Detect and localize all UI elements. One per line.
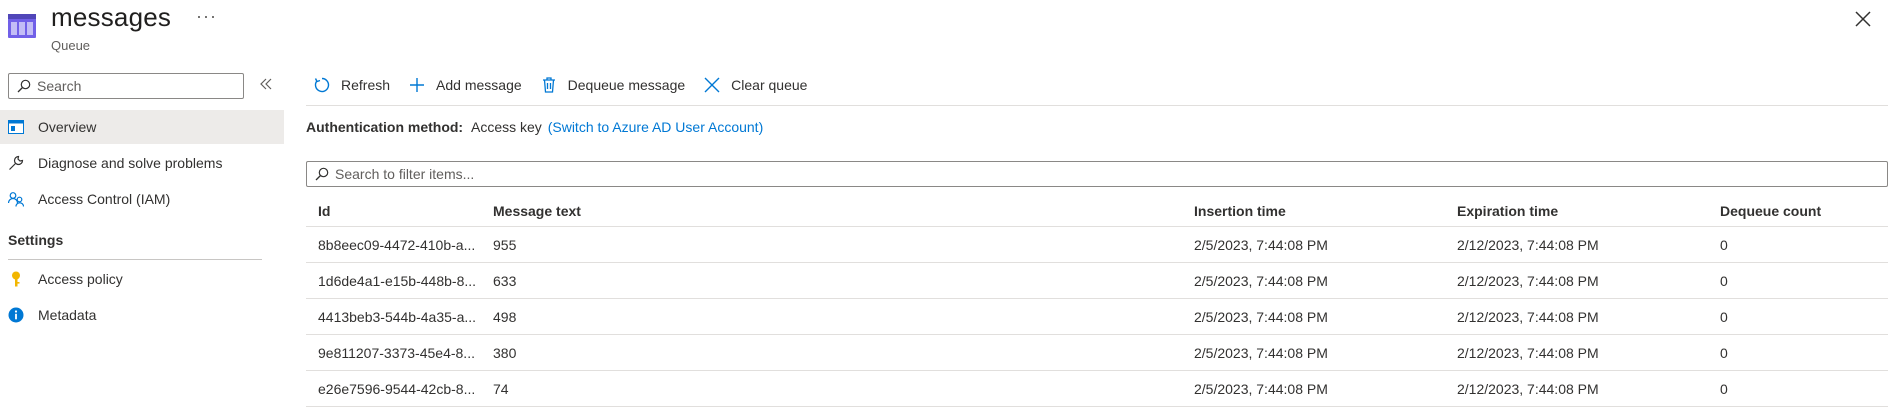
search-icon — [17, 79, 31, 93]
cell-insertion-time: 2/5/2023, 7:44:08 PM — [1194, 236, 1328, 253]
cell-message-text: 74 — [493, 380, 509, 397]
toolbar-divider — [306, 105, 1888, 106]
filter-input[interactable] — [335, 166, 1835, 182]
close-icon[interactable] — [1854, 10, 1872, 28]
sidebar-item-access-control[interactable]: Access Control (IAM) — [0, 182, 284, 216]
table-row[interactable]: 8b8eec09-4472-410b-a... 955 2/5/2023, 7:… — [306, 227, 1888, 263]
clear-queue-button[interactable]: Clear queue — [703, 76, 807, 94]
column-header-dequeue-count[interactable]: Dequeue count — [1720, 196, 1821, 226]
cell-expiration-time: 2/12/2023, 7:44:08 PM — [1457, 308, 1599, 325]
auth-value: Access key — [471, 119, 542, 135]
cell-id: 1d6de4a1-e15b-448b-8... — [318, 272, 477, 289]
sidebar-item-label: Access policy — [38, 271, 123, 287]
dequeue-message-label: Dequeue message — [567, 77, 686, 93]
cell-expiration-time: 2/12/2023, 7:44:08 PM — [1457, 236, 1599, 253]
refresh-button[interactable]: Refresh — [313, 76, 390, 94]
cell-dequeue-count: 0 — [1720, 308, 1728, 325]
table-row[interactable]: 4413beb3-544b-4a35-a... 498 2/5/2023, 7:… — [306, 299, 1888, 335]
people-icon — [8, 191, 24, 207]
cell-expiration-time: 2/12/2023, 7:44:08 PM — [1457, 272, 1599, 289]
sidebar-item-overview[interactable]: Overview — [0, 110, 284, 144]
refresh-icon — [314, 77, 330, 93]
sidebar-item-label: Access Control (IAM) — [38, 191, 171, 207]
column-header-expiration-time[interactable]: Expiration time — [1457, 196, 1558, 226]
sidebar-divider — [8, 259, 262, 260]
cell-insertion-time: 2/5/2023, 7:44:08 PM — [1194, 344, 1328, 361]
table-row[interactable]: 1d6de4a1-e15b-448b-8... 633 2/5/2023, 7:… — [306, 263, 1888, 299]
queue-icon — [8, 14, 36, 38]
sidebar-item-label: Overview — [38, 119, 97, 135]
cell-dequeue-count: 0 — [1720, 380, 1728, 397]
cell-message-text: 498 — [493, 308, 517, 325]
cell-dequeue-count: 0 — [1720, 272, 1728, 289]
table-row[interactable]: 9e811207-3373-45e4-8... 380 2/5/2023, 7:… — [306, 335, 1888, 371]
sidebar-item-metadata[interactable]: Metadata — [0, 298, 284, 332]
column-header-message-text[interactable]: Message text — [493, 196, 581, 226]
key-icon — [8, 271, 24, 287]
trash-icon — [542, 77, 555, 93]
info-icon — [8, 307, 24, 323]
cell-id: 8b8eec09-4472-410b-a... — [318, 236, 476, 253]
cell-message-text: 380 — [493, 344, 517, 361]
dequeue-message-button[interactable]: Dequeue message — [540, 76, 686, 94]
more-options-button[interactable]: ··· — [196, 6, 217, 27]
cell-dequeue-count: 0 — [1720, 344, 1728, 361]
filter-box[interactable] — [306, 161, 1888, 187]
cell-message-text: 633 — [493, 272, 517, 289]
cell-expiration-time: 2/12/2023, 7:44:08 PM — [1457, 380, 1599, 397]
clear-queue-label: Clear queue — [731, 77, 808, 93]
sidebar-item-label: Metadata — [38, 307, 97, 323]
sidebar-item-label: Diagnose and solve problems — [38, 155, 223, 171]
sidebar-section-settings: Settings — [8, 232, 64, 248]
cell-expiration-time: 2/12/2023, 7:44:08 PM — [1457, 344, 1599, 361]
sidebar-search[interactable] — [8, 73, 244, 99]
toolbar: Refresh Add message Dequeue message Clea… — [313, 72, 825, 98]
wrench-icon — [8, 155, 24, 171]
sidebar-search-input[interactable] — [37, 78, 237, 94]
column-header-insertion-time[interactable]: Insertion time — [1194, 196, 1286, 226]
table-row[interactable]: e26e7596-9544-42cb-8... 74 2/5/2023, 7:4… — [306, 371, 1888, 407]
messages-table: Id Message text Insertion time Expiratio… — [306, 196, 1888, 407]
cell-insertion-time: 2/5/2023, 7:44:08 PM — [1194, 272, 1328, 289]
sidebar-item-diagnose[interactable]: Diagnose and solve problems — [0, 146, 284, 180]
add-message-button[interactable]: Add message — [408, 76, 522, 94]
page-title: messages — [51, 2, 172, 32]
table-header: Id Message text Insertion time Expiratio… — [306, 196, 1888, 227]
cell-insertion-time: 2/5/2023, 7:44:08 PM — [1194, 380, 1328, 397]
column-header-id[interactable]: Id — [318, 196, 330, 226]
refresh-label: Refresh — [341, 77, 391, 93]
cell-dequeue-count: 0 — [1720, 236, 1728, 253]
overview-icon — [8, 119, 24, 135]
cell-message-text: 955 — [493, 236, 517, 253]
auth-method: Authentication method: Access key (Switc… — [306, 119, 763, 135]
search-icon — [315, 167, 329, 181]
add-message-label: Add message — [436, 77, 522, 93]
clear-icon — [704, 77, 720, 93]
sidebar-item-access-policy[interactable]: Access policy — [0, 262, 284, 296]
page-subtitle: Queue — [51, 38, 91, 53]
plus-icon — [410, 78, 425, 92]
cell-id: 9e811207-3373-45e4-8... — [318, 344, 475, 361]
switch-auth-link[interactable]: (Switch to Azure AD User Account) — [548, 119, 764, 135]
cell-insertion-time: 2/5/2023, 7:44:08 PM — [1194, 308, 1328, 325]
auth-label: Authentication method: — [306, 119, 464, 135]
cell-id: e26e7596-9544-42cb-8... — [318, 380, 476, 397]
collapse-sidebar-icon[interactable] — [258, 76, 274, 92]
cell-id: 4413beb3-544b-4a35-a... — [318, 308, 477, 325]
